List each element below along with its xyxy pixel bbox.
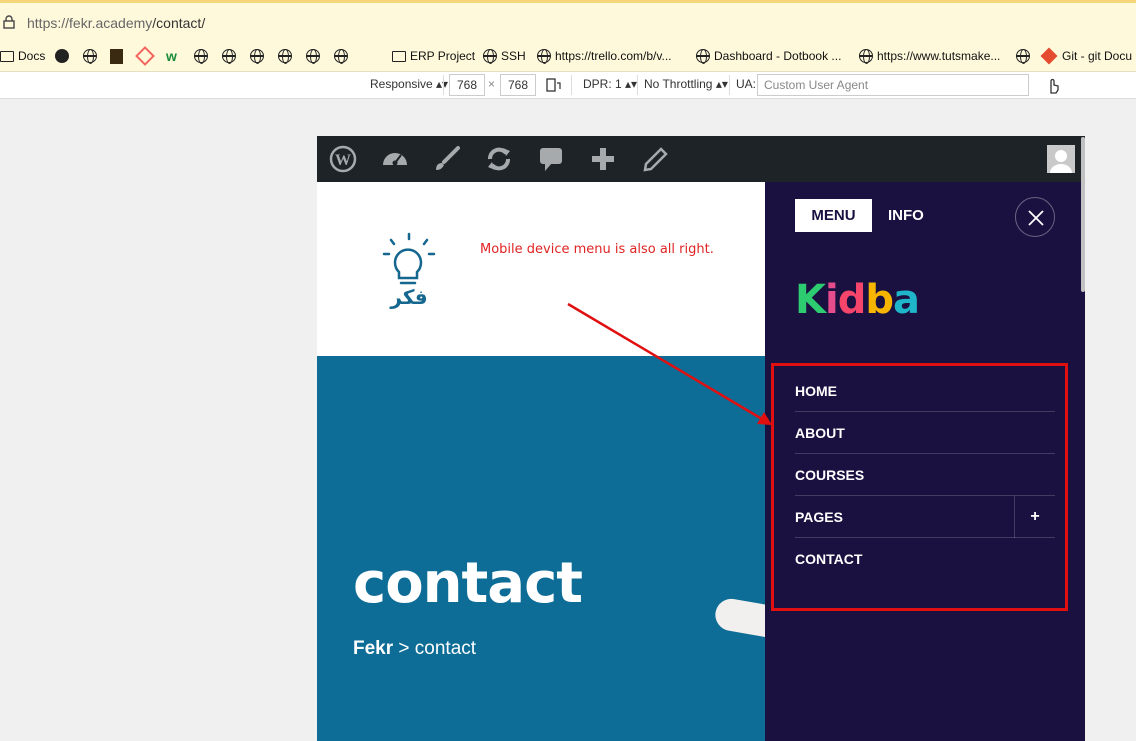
divider [571,75,572,95]
bookmark-label: Git - git Docu [1062,49,1133,63]
touch-icon[interactable] [1045,76,1061,94]
user-agent-input[interactable]: Custom User Agent [757,74,1029,96]
bookmark-label: Docs [18,49,46,63]
ua-label: UA: [736,77,757,91]
updates-icon[interactable] [484,145,514,173]
globe-icon [334,49,348,64]
bookmark-item[interactable] [1016,48,1030,64]
breadcrumb-current: contact [414,638,477,659]
github-icon [55,49,69,63]
folder-icon [392,50,406,62]
bookmarks-bar: Docs w ERP Project SSH https://trello.com/b/… [0,40,1136,72]
globe-icon [537,49,551,64]
git-icon [1040,47,1058,65]
kidba-logo[interactable]: Kidba [795,277,920,323]
globe-icon [696,49,710,64]
bookmark-item[interactable] [110,48,123,64]
breadcrumb-home-link[interactable]: Fekr [353,638,393,659]
comments-icon[interactable] [536,145,566,173]
brand-letter: i [825,277,839,323]
bookmark-item[interactable] [278,48,292,64]
divider [637,75,638,95]
wordpress-icon[interactable]: W [328,145,358,173]
bookmark-label: https://trello.com/b/v... [555,49,672,63]
close-menu-button[interactable] [1015,197,1055,237]
bookmark-label: ERP Project [410,49,476,63]
bookmark-item[interactable]: https://www.tutsmake... [859,48,1000,64]
divider [443,75,444,95]
rotate-device-icon[interactable] [545,77,561,93]
page-hero: contact Fekr > contact [317,356,798,741]
wp-admin-bar: W [317,136,1085,182]
responsive-toolbar: Responsive ▴▾ 768 × 768 DPR: 1 ▴▾ No Thr… [0,72,1136,99]
globe-icon [83,49,97,64]
globe-icon [859,49,873,64]
svg-text:فكر: فكر [389,285,427,309]
w-icon: w [166,48,177,64]
bookmark-item[interactable] [83,48,97,64]
bookmark-item[interactable]: Docs [0,48,45,64]
globe-icon [483,49,497,64]
bookmark-item[interactable] [55,48,69,64]
times-sign: × [488,77,496,91]
user-icon [1050,150,1072,173]
dashboard-icon[interactable] [380,145,410,173]
bookmark-item[interactable] [135,46,155,66]
avatar[interactable] [1047,145,1075,173]
tab-menu[interactable]: MENU [795,199,872,232]
bookmark-item[interactable]: https://trello.com/b/v... [537,48,671,64]
scrollbar[interactable] [1081,137,1085,292]
bookmark-item[interactable]: w [166,48,177,64]
bookmark-item[interactable] [194,48,208,64]
address-bar[interactable]: https://fekr.academy/contact/ [0,0,1136,40]
throttling-select[interactable]: No Throttling ▴▾ [644,77,728,91]
bookmark-item[interactable] [250,48,264,64]
globe-icon [194,49,208,64]
brand-letter: a [893,277,920,323]
bookmark-item[interactable]: SSH [483,48,526,64]
bookmark-item[interactable]: ERP Project [392,48,475,64]
laravel-icon [135,46,155,66]
customize-brush-icon[interactable] [432,145,462,173]
bookmark-item[interactable]: Git - git Docu [1040,47,1133,65]
globe-icon [222,49,236,64]
book-icon [110,48,123,64]
bookmark-item[interactable] [306,48,320,64]
bookmark-item[interactable] [334,48,348,64]
annotation-text: Mobile device menu is also all right. [480,242,714,257]
brand-letter: b [865,277,894,323]
bookmark-label: Dashboard - Dotbook ... [714,49,842,63]
brand-letter: d [837,277,867,323]
height-input[interactable]: 768 [500,74,536,96]
tab-info[interactable]: INFO [888,199,924,232]
bookmark-label: SSH [501,49,526,63]
breadcrumb: Fekr > contact [353,638,476,660]
folder-icon [0,50,14,62]
url-text[interactable]: https://fekr.academy/contact/ [27,15,205,31]
globe-icon [250,49,264,64]
width-input[interactable]: 768 [449,74,485,96]
svg-text:W: W [335,152,351,169]
edit-pencil-icon[interactable] [640,145,670,173]
site-header: فكر Mobile device menu is also all right… [317,182,765,356]
device-select[interactable]: Responsive ▴▾ [370,77,448,91]
close-icon [1028,210,1044,226]
divider [729,75,730,95]
brand-letter: K [795,277,826,323]
page-title: contact [353,551,583,616]
dpr-select[interactable]: DPR: 1 ▴▾ [583,77,637,91]
lock-icon [3,15,15,29]
globe-icon [306,49,320,64]
globe-icon [1016,49,1030,64]
bookmark-item[interactable]: Dashboard - Dotbook ... [696,48,841,64]
breadcrumb-separator: > [393,638,415,659]
highlight-box [771,363,1068,611]
fekr-logo[interactable]: فكر [377,230,441,310]
bookmark-label: https://www.tutsmake... [877,49,1001,63]
add-new-icon[interactable] [588,145,618,173]
globe-icon [278,49,292,64]
bookmark-item[interactable] [222,48,236,64]
